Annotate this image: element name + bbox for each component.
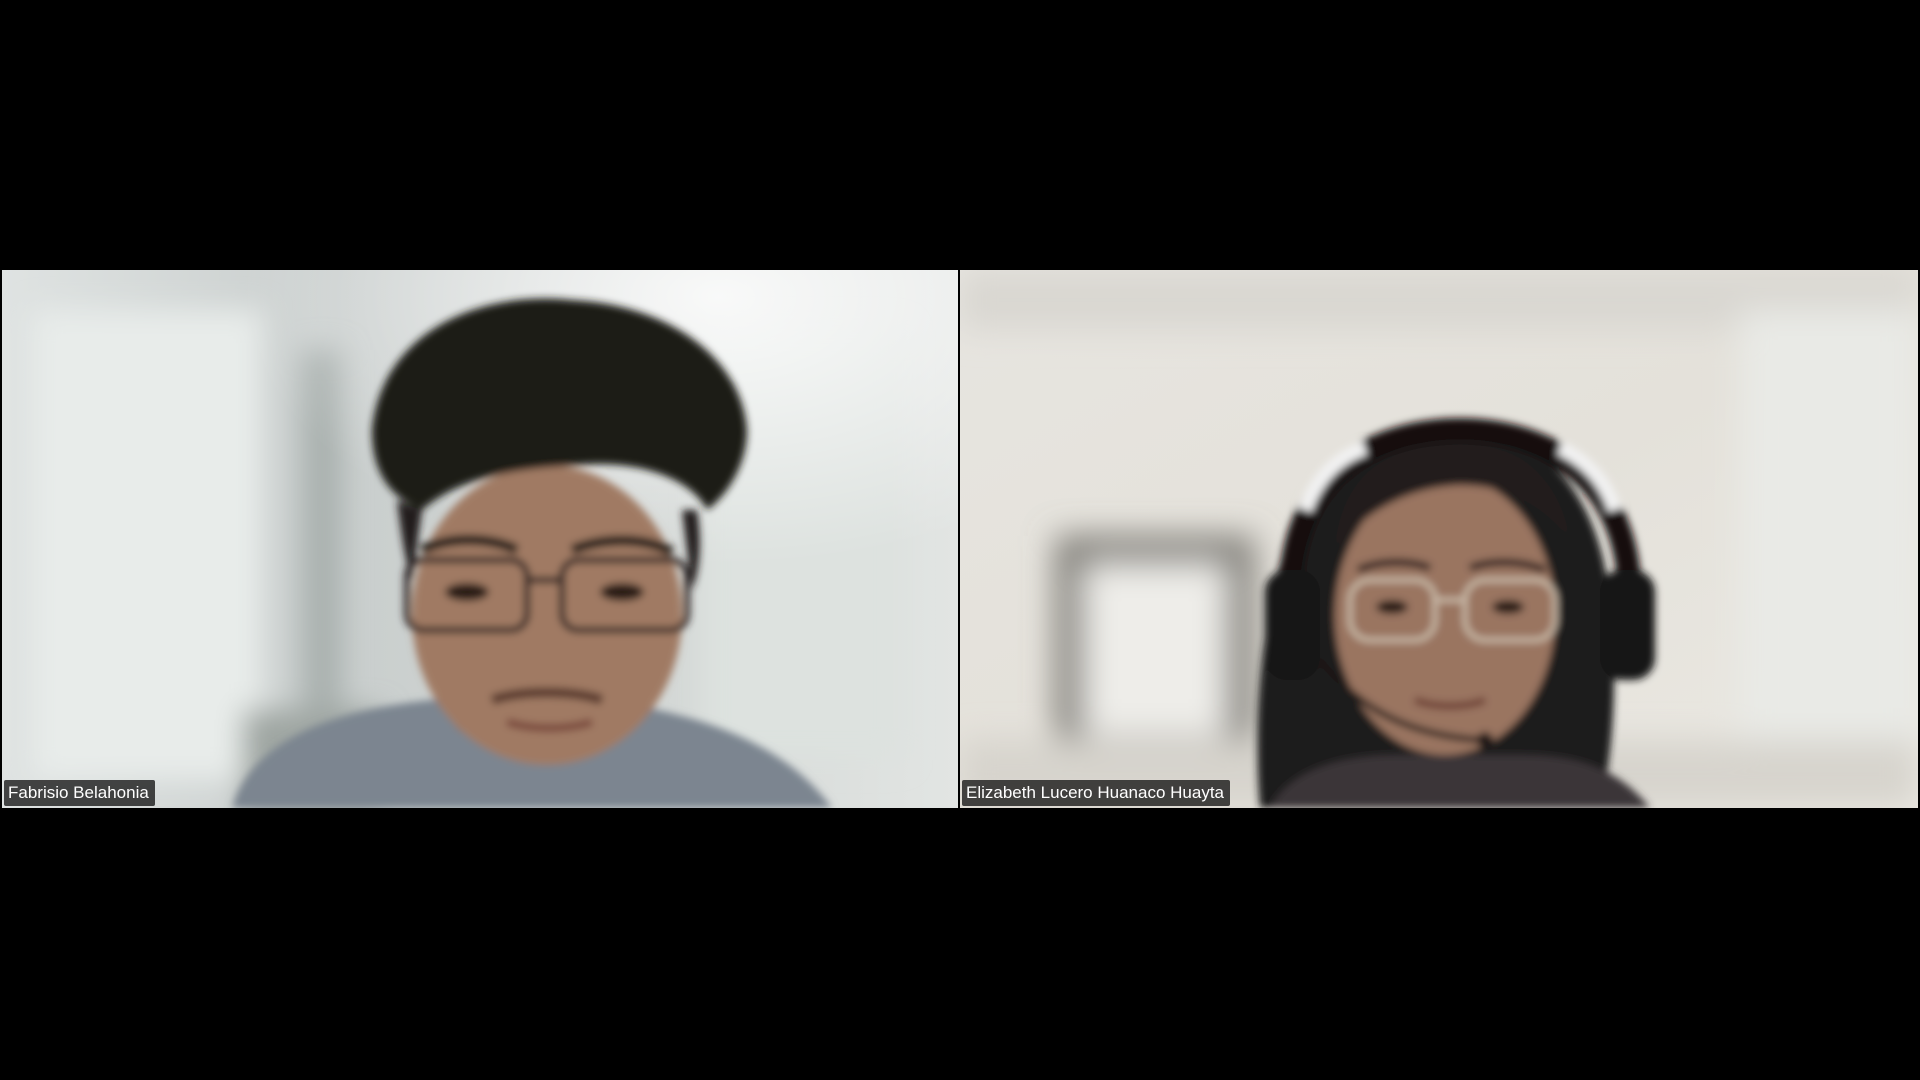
person-video-icon (960, 270, 1918, 808)
participant-name-label: Fabrisio Belahonia (4, 780, 155, 806)
participant-video-tile[interactable]: Fabrisio Belahonia (2, 270, 958, 808)
participant-video-tile[interactable]: Elizabeth Lucero Huanaco Huayta (960, 270, 1918, 808)
participant-name-label: Elizabeth Lucero Huanaco Huayta (962, 780, 1230, 806)
person-video-icon (2, 270, 958, 808)
meeting-gallery-view: Fabrisio Belahonia Elizabeth Lucero Huan… (0, 0, 1920, 1080)
